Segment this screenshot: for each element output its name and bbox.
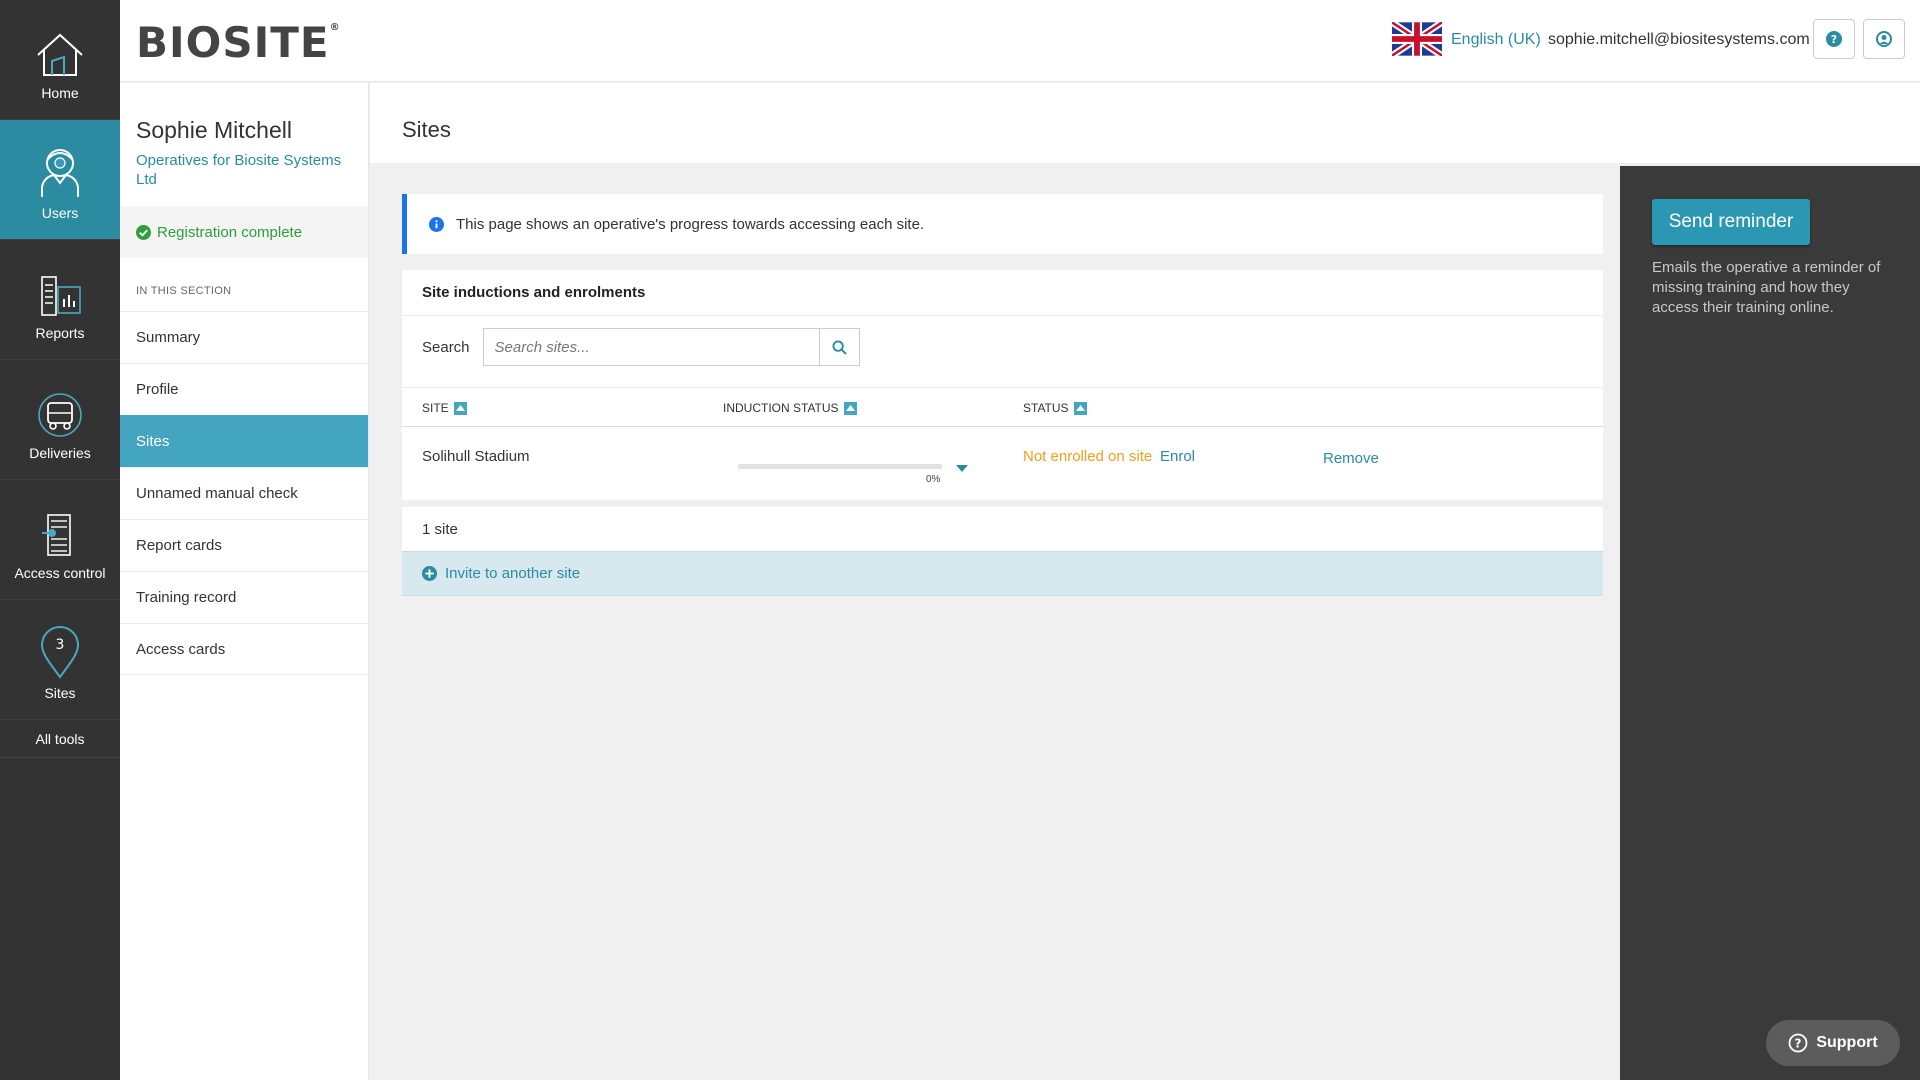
column-label-status: STATUS bbox=[1023, 401, 1069, 415]
column-label-site: SITE bbox=[422, 401, 449, 415]
turnstile-icon bbox=[42, 514, 71, 556]
site-count: 1 site bbox=[402, 507, 1603, 551]
rail-label-reports: Reports bbox=[35, 325, 85, 341]
nav-item-access-cards[interactable]: Access cards bbox=[120, 623, 368, 675]
support-label: Support bbox=[1816, 1034, 1878, 1051]
svg-text:?: ? bbox=[1795, 1037, 1802, 1051]
rail-item-users[interactable]: Users bbox=[0, 120, 120, 240]
rail-item-sites[interactable]: 3 Sites bbox=[0, 600, 120, 720]
account-button[interactable] bbox=[1863, 19, 1905, 59]
section-sidebar: Sophie Mitchell Operatives for Biosite S… bbox=[120, 83, 369, 1080]
rail-item-access-control[interactable]: Access control bbox=[0, 480, 120, 600]
user-icon bbox=[41, 149, 79, 197]
search-input[interactable] bbox=[482, 328, 819, 366]
actions-panel: Send reminder Emails the operative a rem… bbox=[1620, 166, 1920, 1080]
table-row: Solihull Stadium 0% Not enrolled on site… bbox=[402, 428, 1603, 500]
help-button[interactable]: ? bbox=[1813, 19, 1855, 59]
column-label-induction-status: INDUCTION STATUS bbox=[723, 401, 839, 415]
invite-label: Invite to another site bbox=[445, 565, 581, 582]
biosite-logo[interactable]: BIOSITE® bbox=[136, 18, 341, 67]
operative-name: Sophie Mitchell bbox=[136, 117, 292, 143]
uk-flag-icon[interactable] bbox=[1392, 22, 1442, 56]
invite-another-site-button[interactable]: Invite to another site bbox=[402, 551, 1603, 596]
page-title-bar: Sites bbox=[370, 83, 1920, 163]
search-row: Search bbox=[422, 328, 860, 366]
info-text: This page shows an operative's progress … bbox=[456, 215, 925, 233]
page-title: Sites bbox=[402, 117, 451, 142]
truck-icon bbox=[38, 393, 82, 437]
app-rail: Home Users Reports Deliveries Access con… bbox=[0, 0, 120, 1080]
section-nav: Summary Profile Sites Unnamed manual che… bbox=[120, 311, 368, 675]
logo-text: BIOSITE bbox=[136, 18, 330, 67]
rail-item-deliveries[interactable]: Deliveries bbox=[0, 360, 120, 480]
info-banner: This page shows an operative's progress … bbox=[402, 194, 1603, 254]
site-inductions-card: Site inductions and enrolments Search SI… bbox=[402, 270, 1603, 500]
nav-item-profile[interactable]: Profile bbox=[120, 363, 368, 415]
sort-asc-icon[interactable] bbox=[1073, 401, 1087, 415]
sort-asc-icon[interactable] bbox=[453, 401, 467, 415]
nav-item-sites[interactable]: Sites bbox=[120, 415, 368, 467]
search-icon bbox=[832, 339, 847, 355]
rail-label-users: Users bbox=[41, 205, 79, 221]
section-heading: IN THIS SECTION bbox=[136, 285, 232, 297]
enrolment-status: Not enrolled on site bbox=[1023, 448, 1153, 465]
induction-progress-bar bbox=[738, 464, 942, 469]
operative-org-link[interactable]: Operatives for Biosite Systems Ltd bbox=[136, 151, 356, 189]
logo-registered-mark: ® bbox=[329, 22, 341, 33]
plus-circle-icon bbox=[422, 566, 437, 581]
send-reminder-button[interactable]: Send reminder bbox=[1652, 199, 1810, 245]
table-header: SITE INDUCTION STATUS STATUS bbox=[402, 387, 1603, 427]
nav-item-unnamed-manual-check[interactable]: Unnamed manual check bbox=[120, 467, 368, 519]
search-label: Search bbox=[422, 338, 470, 356]
caret-down-icon bbox=[956, 465, 968, 472]
site-name: Solihull Stadium bbox=[422, 448, 530, 465]
user-email[interactable]: sophie.mitchell@biositesystems.com bbox=[1548, 31, 1810, 49]
map-pin-icon: 3 bbox=[40, 626, 80, 679]
nav-item-summary[interactable]: Summary bbox=[120, 311, 368, 363]
rail-label-access-control: Access control bbox=[14, 565, 106, 581]
induction-progress-label: 0% bbox=[926, 474, 941, 485]
rail-item-reports[interactable]: Reports bbox=[0, 240, 120, 360]
sort-asc-icon[interactable] bbox=[843, 401, 857, 415]
user-circle-icon bbox=[1876, 31, 1892, 47]
check-circle-icon bbox=[136, 224, 151, 240]
nav-item-training-record[interactable]: Training record bbox=[120, 571, 368, 623]
reports-icon bbox=[41, 276, 81, 316]
column-header-site[interactable]: SITE bbox=[422, 401, 467, 415]
language-selector[interactable]: English (UK) bbox=[1451, 31, 1541, 49]
rail-label-home: Home bbox=[41, 85, 79, 101]
help-circle-icon: ? bbox=[1788, 1033, 1808, 1053]
sites-badge: 3 bbox=[56, 637, 65, 653]
nav-item-report-cards[interactable]: Report cards bbox=[120, 519, 368, 571]
rail-label-sites: Sites bbox=[44, 685, 76, 701]
column-header-induction-status[interactable]: INDUCTION STATUS bbox=[723, 401, 857, 415]
column-header-status[interactable]: STATUS bbox=[1023, 401, 1087, 415]
rail-item-home[interactable]: Home bbox=[0, 0, 120, 120]
expand-row-button[interactable] bbox=[956, 460, 968, 478]
card-title: Site inductions and enrolments bbox=[402, 270, 1603, 316]
home-icon bbox=[37, 33, 83, 76]
help-icon: ? bbox=[1826, 31, 1842, 47]
rail-all-tools[interactable]: All tools bbox=[0, 720, 120, 758]
search-button[interactable] bbox=[818, 328, 860, 366]
info-icon bbox=[429, 216, 444, 232]
registration-status: Registration complete bbox=[120, 206, 368, 258]
enrol-link[interactable]: Enrol bbox=[1160, 448, 1195, 465]
support-button[interactable]: ? Support bbox=[1766, 1020, 1900, 1066]
top-header: BIOSITE® English (UK) sophie.mitchell@bi… bbox=[120, 0, 1920, 82]
send-reminder-description: Emails the operative a reminder of missi… bbox=[1652, 259, 1881, 316]
remove-link[interactable]: Remove bbox=[1323, 450, 1379, 467]
registration-status-text: Registration complete bbox=[157, 223, 303, 241]
svg-text:?: ? bbox=[1831, 33, 1837, 46]
rail-label-deliveries: Deliveries bbox=[29, 445, 91, 461]
